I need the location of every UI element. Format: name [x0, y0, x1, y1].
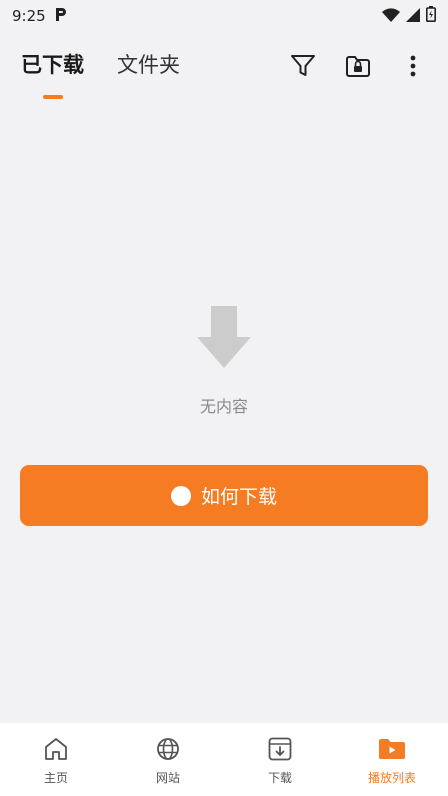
status-bar: 9:25	[0, 0, 448, 32]
nav-item-home[interactable]: 主页	[0, 723, 112, 796]
active-tab-indicator	[43, 95, 63, 99]
p-app-icon	[54, 7, 68, 26]
battery-icon	[426, 6, 436, 26]
globe-icon	[154, 735, 182, 763]
status-time: 9:25	[12, 7, 46, 25]
nav-label-home: 主页	[43, 771, 68, 785]
tab-downloaded[interactable]: 已下载	[21, 50, 84, 80]
nav-label-sites: 网站	[155, 771, 180, 785]
nav-item-downloads[interactable]: 下载	[224, 723, 336, 796]
signal-icon	[406, 7, 420, 26]
nav-label-downloads: 下载	[267, 771, 292, 785]
nav-item-playlist[interactable]: 播放列表	[336, 723, 448, 796]
help-icon: ?	[170, 485, 191, 506]
top-bar: 已下载 文件夹	[0, 40, 448, 100]
filter-icon[interactable]	[289, 52, 317, 80]
wifi-icon	[382, 7, 400, 26]
download-arrow-icon	[197, 306, 251, 368]
download-icon	[266, 735, 294, 763]
folder-lock-icon[interactable]	[344, 52, 372, 80]
empty-state-text: 无内容	[199, 397, 248, 416]
how-to-download-button[interactable]: ? 如何下载	[20, 465, 428, 526]
nav-label-playlist: 播放列表	[367, 771, 416, 785]
bottom-nav: 主页 网站 下载 播放列表	[0, 723, 448, 796]
how-to-download-label: 如何下载	[200, 486, 277, 508]
playlist-icon	[378, 735, 406, 763]
more-vert-icon[interactable]	[399, 52, 427, 80]
nav-item-sites[interactable]: 网站	[112, 723, 224, 796]
home-icon	[42, 735, 70, 763]
tab-folder[interactable]: 文件夹	[117, 50, 180, 80]
